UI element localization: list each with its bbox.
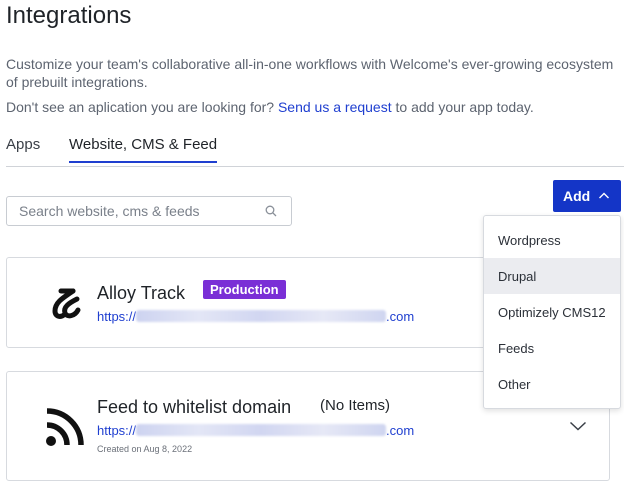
url-suffix: .com	[386, 309, 415, 324]
integration-url[interactable]: https:// .com	[97, 423, 414, 438]
request-line: Don't see an aplication you are looking …	[6, 99, 534, 115]
redacted-url	[136, 310, 387, 322]
search-input[interactable]	[19, 203, 259, 219]
tab-bar: Apps Website, CMS & Feed	[6, 130, 624, 167]
alloy-track-logo	[52, 288, 81, 319]
url-prefix: https://	[97, 309, 137, 324]
menu-item-optimizely-cms12[interactable]: Optimizely CMS12	[484, 294, 620, 330]
url-suffix: .com	[386, 423, 415, 438]
search-box	[6, 196, 292, 226]
tab-apps[interactable]: Apps	[6, 136, 40, 161]
menu-item-label: Wordpress	[498, 233, 561, 248]
status-badge: Production	[203, 280, 286, 299]
request-prefix: Don't see an aplication you are looking …	[6, 99, 275, 115]
menu-item-drupal[interactable]: Drupal	[484, 258, 620, 294]
add-button-label: Add	[563, 188, 591, 204]
menu-item-other[interactable]: Other	[484, 366, 620, 402]
url-prefix: https://	[97, 423, 137, 438]
integration-name: Feed to whitelist domain	[97, 397, 292, 417]
menu-item-label: Drupal	[498, 269, 537, 284]
integration-url[interactable]: https:// .com	[97, 309, 414, 324]
add-dropdown-menu: Wordpress Drupal Optimizely CMS12 Feeds …	[483, 215, 621, 409]
page-title: Integrations	[6, 2, 132, 29]
menu-item-label: Optimizely CMS12	[498, 305, 606, 320]
page-description: Customize your team's collaborative all-…	[6, 56, 614, 90]
rss-icon	[46, 408, 84, 446]
redacted-url	[136, 424, 387, 436]
request-suffix: to add your app today.	[391, 99, 534, 115]
send-request-link[interactable]: Send us a request	[278, 99, 392, 115]
created-date: Created on Aug 8, 2022	[97, 444, 193, 454]
integration-name: Alloy Track	[97, 283, 186, 303]
add-button[interactable]: Add	[553, 180, 621, 212]
tab-website-cms-feed[interactable]: Website, CMS & Feed	[69, 136, 218, 163]
menu-item-wordpress[interactable]: Wordpress	[484, 222, 620, 258]
menu-item-label: Feeds	[498, 341, 535, 356]
chevron-down-icon[interactable]	[569, 420, 587, 432]
menu-item-feeds[interactable]: Feeds	[484, 330, 620, 366]
menu-item-label: Other	[498, 377, 531, 392]
search-icon[interactable]	[265, 205, 277, 217]
item-count-status: (No Items)	[320, 397, 391, 414]
chevron-up-icon	[599, 192, 609, 199]
